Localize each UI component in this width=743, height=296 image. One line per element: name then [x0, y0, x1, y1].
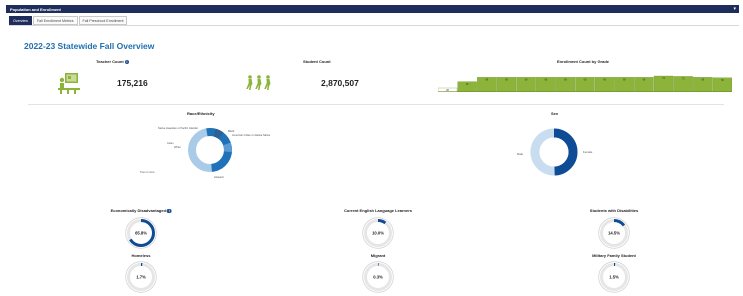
- student-count-label: Student Count: [303, 59, 331, 64]
- info-icon[interactable]: i: [166, 208, 172, 214]
- ring-value: 1.7%: [136, 275, 146, 280]
- ring-label-text: Migrant: [370, 253, 386, 258]
- percent-ring[interactable]: 1.5%: [598, 261, 630, 293]
- ring-value: 0.3%: [373, 275, 383, 280]
- percent-ring[interactable]: 1.7%: [125, 261, 157, 293]
- tab-overview[interactable]: Overview: [9, 16, 32, 25]
- race-label-two-or-more: Two or more: [140, 170, 155, 174]
- ring-label-text: Economically Disadvantaged: [110, 208, 166, 213]
- ring-value: 65.8%: [135, 231, 147, 236]
- race-label-nhpi: Native Hawaiian or Pacific Islander: [158, 126, 198, 130]
- student-count-value: 2,870,507: [321, 78, 359, 88]
- walking-students-icon: [246, 75, 271, 90]
- ring-label: Economically Disadvantaged i: [110, 208, 172, 214]
- classroom-icon: [58, 73, 80, 94]
- ring-label-text: Military Family Student: [592, 253, 636, 258]
- race-label-asian: Asian: [167, 141, 174, 145]
- ring-label-text: Students with Disabilities: [589, 208, 639, 213]
- section-header[interactable]: Population and Enrollment ▾: [6, 5, 739, 13]
- sex-label-female: Female: [583, 150, 593, 154]
- race-label-black: Black: [228, 129, 235, 133]
- chevron-down-icon[interactable]: ▾: [733, 6, 736, 12]
- ring-label-text: Homeless: [131, 253, 151, 258]
- race-label-aian: American Indian or Alaska Native: [232, 133, 271, 137]
- page-title: 2022-23 Statewide Fall Overview: [24, 41, 155, 51]
- race-label-white: White: [174, 145, 181, 149]
- enrollment-by-grade-chart: 284868 68 68 68 68 68 68 68 68 74 72 68 66: [438, 75, 732, 92]
- enrollment-by-grade-label: Enrollment Count by Grade: [557, 59, 610, 64]
- ring-label: Migrant: [371, 253, 385, 258]
- percent-ring[interactable]: 14.5%: [598, 217, 630, 249]
- tab-divider: [9, 25, 739, 26]
- teacher-count-label: Teacher Count i: [96, 59, 130, 65]
- ring-label: Homeless: [132, 253, 151, 258]
- ring-value: 14.5%: [608, 231, 620, 236]
- tab-fall-preschool-enrollment[interactable]: Fall Preschool Enrollment: [78, 16, 128, 25]
- ring-label: Current English Language Learners: [344, 208, 412, 213]
- sex-donut-chart: Female Male: [517, 128, 593, 176]
- percent-ring[interactable]: 65.8%: [125, 217, 157, 249]
- ring-value: 1.5%: [609, 275, 619, 280]
- race-label-hispanic: Hispanic: [214, 175, 225, 179]
- section-divider: [28, 104, 724, 105]
- race-chart-title: Race/Ethnicity: [187, 111, 215, 116]
- tab-bar: Overview Fall Enrollment Metrics Fall Pr…: [9, 16, 128, 25]
- race-donut-chart: Native Hawaiian or Pacific Islander Blac…: [140, 126, 271, 179]
- sex-label-male: Male: [517, 152, 524, 156]
- teacher-count-value: 175,216: [117, 78, 148, 88]
- ring-label-text: Current English Language Learners: [343, 208, 413, 213]
- ring-value: 10.0%: [372, 231, 384, 236]
- percent-ring[interactable]: 10.0%: [362, 217, 394, 249]
- info-icon[interactable]: i: [124, 59, 130, 65]
- section-title: Population and Enrollment: [10, 6, 61, 12]
- sex-chart-title: Sex: [551, 111, 559, 116]
- ring-label: Students with Disabilities: [590, 208, 638, 213]
- percent-ring[interactable]: 0.3%: [362, 261, 394, 293]
- ring-label: Military Family Student: [592, 253, 636, 258]
- tab-fall-enrollment-metrics[interactable]: Fall Enrollment Metrics: [32, 16, 78, 25]
- teacher-count-label-text: Teacher Count: [96, 59, 124, 64]
